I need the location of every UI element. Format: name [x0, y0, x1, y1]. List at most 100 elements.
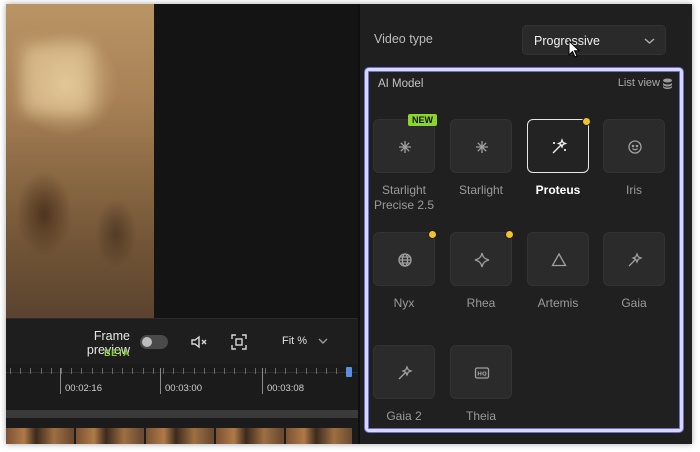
ruler-tick — [296, 368, 297, 374]
ruler-tick — [316, 368, 317, 374]
magic-wand-icon — [552, 138, 568, 154]
model-name: Artemis — [537, 296, 579, 310]
video-type-label: Video type — [374, 32, 433, 46]
model-tile[interactable] — [450, 230, 514, 286]
ruler-tick — [41, 368, 42, 374]
ruler-tick — [255, 368, 256, 374]
model-artemis[interactable]: Artemis — [524, 232, 592, 311]
ruler-tick — [265, 368, 266, 374]
model-gaia-2[interactable]: Gaia 2 — [370, 345, 438, 424]
model-tile[interactable] — [603, 119, 665, 173]
model-tile[interactable]: HQ — [450, 345, 512, 399]
chevron-down-icon — [644, 38, 655, 44]
premium-dot — [582, 117, 591, 126]
model-starlight[interactable]: Starlight — [447, 119, 515, 198]
model-theia[interactable]: HQ Theia — [447, 345, 515, 424]
time-label: 00:03:08 — [267, 383, 304, 394]
ruler-tick — [30, 368, 31, 374]
app-window: Frame preview BETA Fit % 00:02:16 00:03:… — [6, 4, 692, 444]
mute-icon[interactable] — [190, 333, 208, 351]
thumbnail-strip[interactable] — [6, 428, 352, 444]
ruler-tick — [102, 368, 103, 374]
video-type-dropdown[interactable]: Progressive — [522, 25, 666, 55]
model-tile[interactable] — [373, 345, 435, 399]
playhead[interactable] — [346, 367, 352, 377]
ruler-major-tick — [60, 368, 61, 394]
ruler-tick — [92, 368, 93, 374]
model-tile[interactable] — [450, 119, 512, 173]
ruler-major-tick — [262, 368, 263, 394]
ruler-tick — [143, 368, 144, 374]
ruler-tick — [204, 368, 205, 374]
ruler-tick — [224, 368, 225, 374]
ruler-tick — [173, 368, 174, 374]
timeline[interactable]: 00:02:16 00:03:00 00:03:08 — [6, 364, 360, 444]
mouse-cursor-icon — [568, 40, 580, 58]
ruler-major-tick — [160, 368, 161, 394]
time-label: 00:02:16 — [65, 383, 102, 394]
model-name: Rhea — [466, 296, 496, 310]
model-iris[interactable]: Iris — [600, 119, 668, 198]
list-view-toggle[interactable]: List view — [618, 77, 660, 89]
face-icon — [628, 140, 642, 154]
model-name: Proteus — [535, 183, 581, 197]
video-frame — [6, 4, 154, 318]
settings-panel: Video type Progressive AI Model List vie… — [360, 4, 692, 444]
model-starlight-precise[interactable]: NEW Starlight Precise 2.5 — [370, 114, 438, 213]
ruler-tick — [194, 368, 195, 374]
time-label: 00:03:00 — [165, 383, 202, 394]
ruler-tick — [306, 368, 307, 374]
ai-model-section: AI Model List view NEW Starlight Precise… — [365, 68, 683, 432]
model-name: Gaia — [621, 296, 647, 310]
svg-text:HQ: HQ — [477, 372, 487, 378]
model-rhea[interactable]: Rhea — [447, 230, 515, 311]
video-type-value: Progressive — [534, 34, 600, 48]
ruler-tick — [285, 368, 286, 374]
fit-frame-icon[interactable] — [230, 333, 248, 351]
ruler-tick — [81, 368, 82, 374]
model-tile-selected[interactable] — [527, 117, 591, 173]
model-nyx[interactable]: Nyx — [370, 230, 438, 311]
hq-icon: HQ — [474, 367, 490, 379]
model-name: Starlight Precise 2.5 — [373, 183, 435, 212]
ruler-tick — [163, 368, 164, 374]
model-name: Nyx — [393, 296, 415, 310]
model-tile[interactable] — [603, 232, 665, 286]
ruler-tick — [51, 368, 52, 374]
ruler-tick — [132, 368, 133, 374]
new-badge: NEW — [408, 114, 437, 126]
video-preview — [6, 4, 360, 318]
ruler-tick — [326, 368, 327, 374]
model-tile[interactable] — [527, 232, 589, 286]
model-proteus[interactable]: Proteus — [524, 117, 592, 198]
ai-model-title: AI Model — [378, 78, 424, 90]
model-tile[interactable]: NEW — [373, 114, 437, 173]
ruler-tick — [20, 368, 21, 374]
starburst-icon — [399, 141, 411, 153]
globe-icon — [398, 253, 412, 267]
ruler-tick — [234, 368, 235, 374]
preview-toolbar: Frame preview BETA Fit % — [6, 318, 360, 364]
triangle-icon — [551, 252, 567, 267]
beta-badge: BETA — [104, 348, 130, 358]
chevron-down-icon[interactable] — [318, 337, 328, 345]
model-name: Iris — [626, 183, 642, 197]
ruler-tick — [71, 368, 72, 374]
fit-zoom-label[interactable]: Fit % — [282, 335, 307, 347]
timeline-track[interactable] — [6, 410, 360, 418]
premium-dot — [505, 230, 514, 239]
model-name: Theia — [465, 409, 497, 423]
starburst-icon — [476, 141, 488, 153]
model-gaia[interactable]: Gaia — [600, 232, 668, 311]
wand-icon — [398, 365, 413, 380]
premium-dot — [428, 230, 437, 239]
ruler-tick — [214, 368, 215, 374]
model-tile[interactable] — [373, 230, 437, 286]
sparkle-icon — [474, 252, 490, 268]
ruler-tick — [183, 368, 184, 374]
wand-icon — [628, 252, 643, 267]
stack-icon[interactable] — [662, 78, 673, 89]
frame-preview-toggle[interactable] — [140, 335, 168, 349]
ruler-tick — [275, 368, 276, 374]
ruler-tick — [336, 368, 337, 374]
